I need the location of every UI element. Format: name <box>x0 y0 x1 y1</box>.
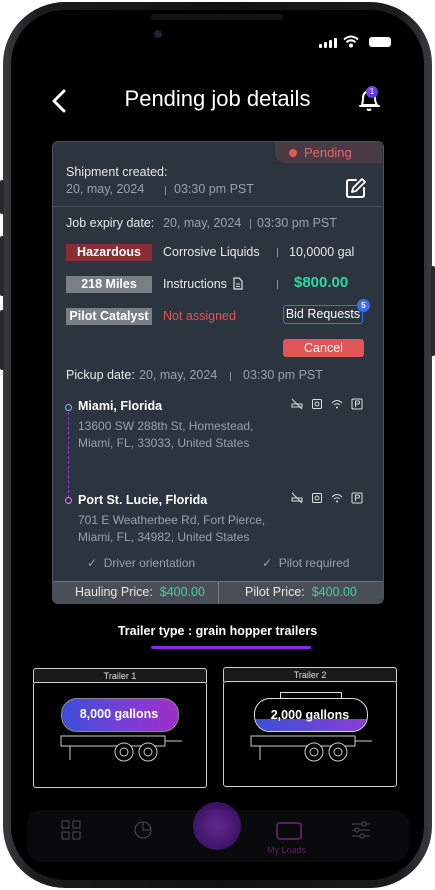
origin-amenities <box>291 398 363 410</box>
trailer-2-card[interactable]: 2,000 gallons <box>223 681 397 787</box>
bid-count-badge: 5 <box>357 299 370 312</box>
restroom-icon <box>312 493 322 503</box>
expiry-time: 03:30 pm PST <box>257 216 337 230</box>
origin-city: Miami, Florida <box>78 399 163 413</box>
status-label: Pending <box>304 145 352 160</box>
screen: Pending job details 1 Pending Shipment c… <box>11 10 424 880</box>
origin-address-line2: Miami, FL, 33033, United States <box>78 436 250 450</box>
trailer-2-tab[interactable]: Trailer 2 <box>223 667 397 682</box>
bid-requests-button[interactable]: Bid Requests <box>283 305 363 324</box>
origin-address-line1: 13600 SW 288th St, Homestead, <box>78 419 254 433</box>
document-icon[interactable] <box>233 277 243 290</box>
check-icon: ✓ <box>262 556 273 570</box>
power-button <box>431 266 435 356</box>
job-card: Pending Shipment created: 20, may, 2024 … <box>52 141 384 604</box>
mute-switch <box>0 180 4 214</box>
no-smoking-icon <box>291 398 303 410</box>
dashboard-icon[interactable] <box>61 820 81 840</box>
trailer-1-tab[interactable]: Trailer 1 <box>33 668 207 683</box>
parking-icon <box>351 492 363 504</box>
hauling-price: Hauling Price: $400.00 <box>75 585 205 599</box>
divider <box>277 248 278 257</box>
analytics-icon[interactable] <box>133 820 153 840</box>
pickup-date: 20, may, 2024 <box>139 368 218 382</box>
wifi-amenity-icon <box>331 400 343 409</box>
pilot-price: Pilot Price: $400.00 <box>245 585 357 599</box>
pickup-label: Pickup date: <box>66 368 135 382</box>
trailer-1-capacity: 8,000 gallons <box>79 707 159 721</box>
parking-icon <box>351 398 363 410</box>
signal-icon <box>319 38 337 48</box>
divider <box>230 372 231 381</box>
origin-marker-icon <box>65 404 72 411</box>
nav-label-my-loads[interactable]: My Loads <box>267 845 306 855</box>
divider <box>277 280 278 289</box>
status-badge: Pending <box>275 142 382 163</box>
wifi-amenity-icon <box>331 494 343 503</box>
shipment-time: 03:30 pm PST <box>174 182 254 196</box>
destination-amenities <box>291 492 363 504</box>
shipment-created-label: Shipment created: <box>66 165 168 179</box>
material-text: Corrosive Liquids <box>163 245 260 259</box>
camera-dot <box>154 30 162 38</box>
no-smoking-icon <box>291 492 303 504</box>
divider <box>250 219 251 229</box>
notification-button[interactable]: 1 <box>357 86 383 114</box>
trailer-chassis-icon <box>250 735 372 762</box>
trailer-type-underline <box>151 646 311 649</box>
pilot-catalyst-tag: Pilot Catalyst <box>66 308 152 325</box>
pilot-requirement: ✓ Pilot required <box>262 556 349 570</box>
job-price: $800.00 <box>294 274 349 291</box>
driver-requirement-label: Driver orientation <box>103 556 196 570</box>
destination-marker-icon <box>65 497 72 504</box>
instructions-label[interactable]: Instructions <box>163 277 227 291</box>
expiry-label: Job expiry date: <box>66 216 155 230</box>
restroom-icon <box>312 399 322 409</box>
volume-down-button <box>0 310 4 370</box>
shipment-date: 20, may, 2024 <box>66 182 145 196</box>
pickup-time: 03:30 pm PST <box>243 368 323 382</box>
price-bar: Hauling Price: $400.00 Pilot Price: $400… <box>53 581 383 604</box>
hauling-price-value: $400.00 <box>159 585 205 599</box>
pilot-price-value: $400.00 <box>311 585 357 599</box>
hauling-price-label: Hauling Price: <box>75 585 153 599</box>
divider <box>218 582 219 604</box>
edit-icon[interactable] <box>345 177 367 199</box>
trailer-2-capacity: 2,000 gallons <box>270 708 350 722</box>
hazardous-tag: Hazardous <box>66 244 152 261</box>
trailer-1-card[interactable]: 8,000 gallons <box>33 682 207 788</box>
battery-icon <box>369 37 391 47</box>
volume-text: 10,0000 gal <box>289 245 355 259</box>
center-action-button[interactable] <box>193 802 241 850</box>
driver-requirement: ✓ Driver orientation <box>87 556 195 570</box>
expiry-date: 20, may, 2024 <box>163 216 242 230</box>
cancel-button[interactable]: Cancel <box>283 339 364 357</box>
settings-sliders-icon[interactable] <box>351 820 371 840</box>
check-icon: ✓ <box>87 556 98 570</box>
notification-badge: 1 <box>366 86 378 98</box>
miles-tag: 218 Miles <box>66 276 152 293</box>
trailer-type-label: Trailer type : grain hopper trailers <box>117 624 318 638</box>
trailer-chassis-icon <box>60 735 182 762</box>
volume-up-button <box>0 236 4 296</box>
route-line <box>68 412 69 498</box>
separator <box>53 206 383 207</box>
wifi-icon <box>343 35 359 48</box>
tank-hatches <box>280 692 342 699</box>
pilot-requirement-label: Pilot required <box>278 556 350 570</box>
status-dot-icon <box>289 149 297 157</box>
my-loads-icon[interactable] <box>276 822 302 840</box>
speaker-grill <box>151 14 283 20</box>
divider <box>165 186 166 195</box>
destination-address-line2: Miami, FL, 34982, United States <box>78 530 250 544</box>
pilot-price-label: Pilot Price: <box>245 585 305 599</box>
pilot-status: Not assigned <box>163 309 236 323</box>
destination-address-line1: 701 E Weatherbee Rd, Fort Pierce, <box>78 513 266 527</box>
destination-city: Port St. Lucie, Florida <box>78 493 208 507</box>
